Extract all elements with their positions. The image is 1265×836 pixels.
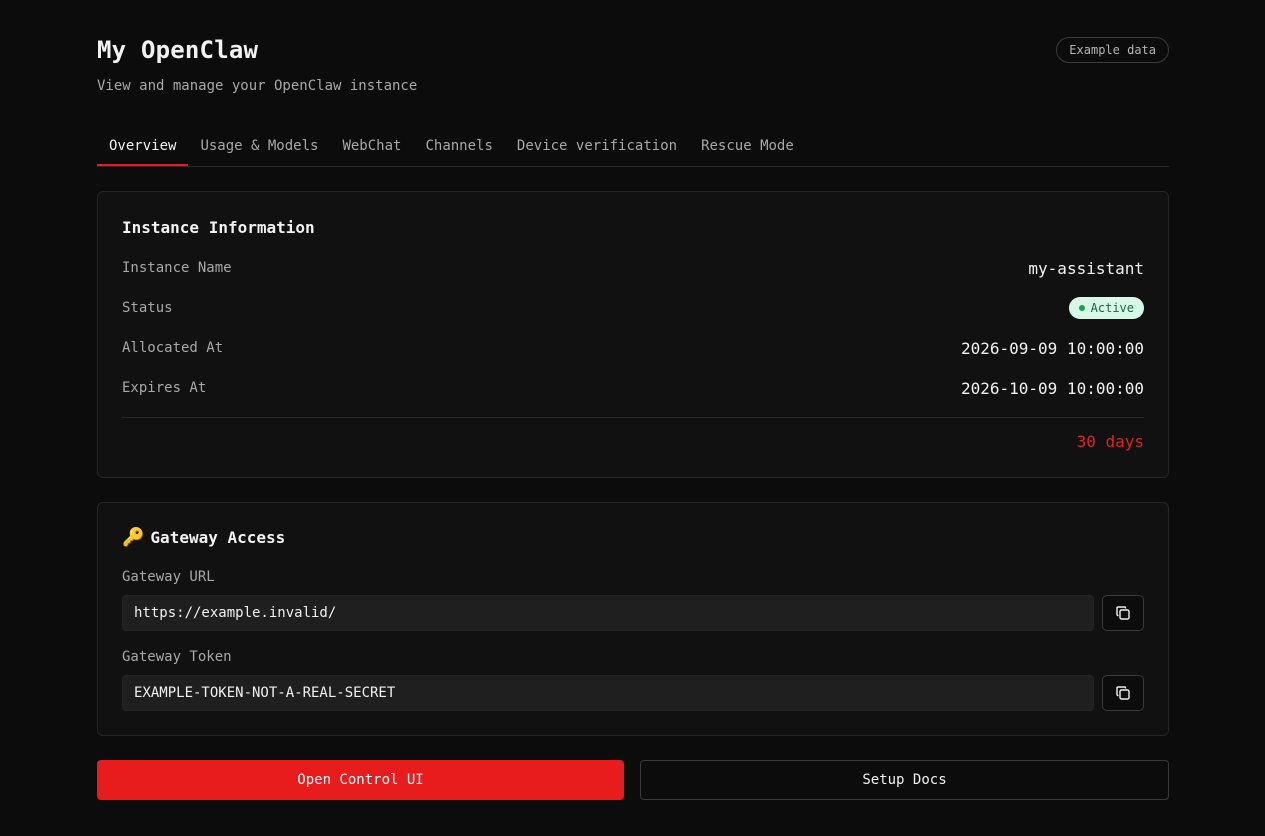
tab-rescue-mode[interactable]: Rescue Mode [689, 130, 806, 166]
allocated-at-label: Allocated At [122, 340, 224, 356]
copy-icon [1116, 606, 1130, 620]
status-badge: Active [1068, 297, 1144, 319]
tab-device-verification[interactable]: Device verification [505, 130, 689, 166]
expires-at-label: Expires At [122, 380, 207, 396]
page: My OpenClaw View and manage your OpenCla… [0, 0, 1265, 836]
remaining-days: 30 days [1076, 432, 1144, 451]
instance-information-title: Instance Information [122, 218, 315, 237]
gateway-url-label: Gateway URL [122, 569, 215, 585]
instance-name-value: my-assistant [1028, 258, 1144, 278]
copy-url-button[interactable] [1102, 595, 1144, 631]
tab-bar: Overview Usage & Models WebChat Channels… [97, 130, 1169, 167]
example-data-badge: Example data [1056, 37, 1169, 63]
tab-webchat[interactable]: WebChat [330, 130, 413, 166]
gateway-access-title-text: Gateway Access [150, 528, 286, 547]
status-dot-icon [1078, 305, 1085, 311]
key-icon: 🔑 [122, 527, 145, 548]
allocated-at-row: Allocated At 2026-09-09 10:00:00 [122, 338, 1144, 358]
page-header: My OpenClaw View and manage your OpenCla… [97, 36, 1169, 94]
tab-overview[interactable]: Overview [97, 130, 189, 166]
status-badge-text: Active [1090, 301, 1134, 315]
copy-icon [1116, 686, 1130, 700]
open-control-ui-button[interactable]: Open Control UI [97, 760, 624, 800]
page-subtitle: View and manage your OpenClaw instance [97, 78, 418, 94]
status-label: Status [122, 300, 173, 316]
gateway-url-field[interactable]: https://example.invalid/ [122, 595, 1094, 631]
tab-channels[interactable]: Channels [413, 130, 504, 166]
page-title: My OpenClaw [97, 36, 259, 64]
gateway-token-field[interactable]: EXAMPLE-TOKEN-NOT-A-REAL-SECRET [122, 675, 1094, 711]
instance-name-label: Instance Name [122, 260, 232, 276]
expires-at-row: Expires At 2026-10-09 10:00:00 [122, 378, 1144, 398]
copy-token-button[interactable] [1102, 675, 1144, 711]
status-row: Status Active [122, 297, 1144, 319]
gateway-token-label: Gateway Token [122, 649, 232, 665]
instance-information-card: Instance Information Instance Name my-as… [97, 191, 1169, 478]
divider [122, 417, 1144, 418]
gateway-access-card: 🔑 Gateway Access Gateway URL https://exa… [97, 502, 1169, 736]
gateway-access-title: 🔑 Gateway Access [122, 527, 285, 548]
tab-usage-models[interactable]: Usage & Models [188, 130, 330, 166]
allocated-at-value: 2026-09-09 10:00:00 [960, 338, 1144, 358]
setup-docs-button[interactable]: Setup Docs [640, 760, 1169, 800]
instance-name-row: Instance Name my-assistant [122, 258, 1144, 278]
expires-at-value: 2026-10-09 10:00:00 [960, 378, 1144, 398]
